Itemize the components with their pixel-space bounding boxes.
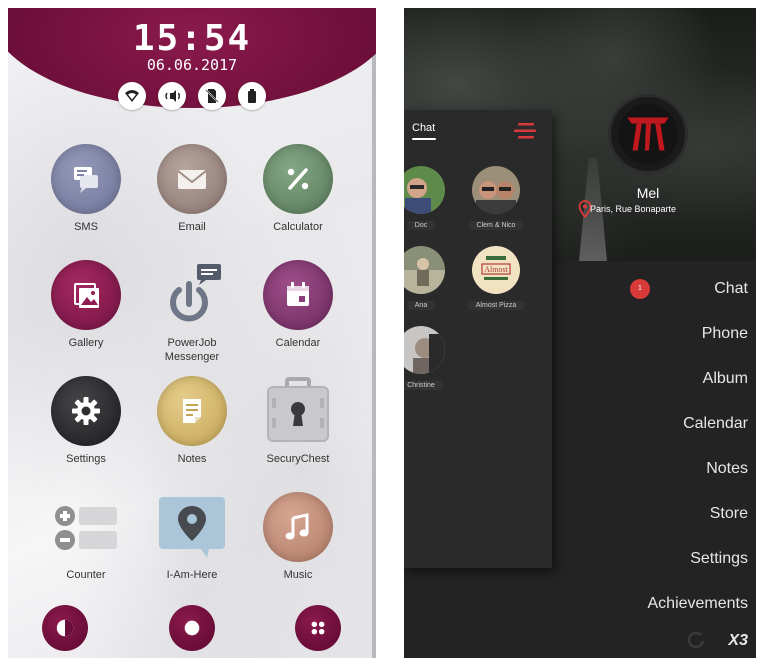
- contact-doc[interactable]: Doc: [404, 166, 456, 232]
- app-i-am-here[interactable]: I-Am-Here: [137, 492, 247, 582]
- menu-item-store[interactable]: Store: [710, 505, 748, 523]
- music-icon[interactable]: [263, 492, 333, 562]
- notes-icon[interactable]: [157, 376, 227, 446]
- app-gallery[interactable]: Gallery: [31, 260, 141, 350]
- app-label: Calculator: [273, 221, 323, 233]
- app-label: SMS: [74, 221, 98, 233]
- app-powerjob[interactable]: PowerJob Messenger: [137, 260, 247, 364]
- chest-icon[interactable]: [263, 376, 333, 446]
- menu-item-notes[interactable]: Notes: [706, 460, 748, 478]
- status-bar: [118, 82, 266, 110]
- contact-ana[interactable]: Ana: [404, 246, 456, 312]
- app-securychest[interactable]: SecuryChest: [243, 376, 353, 466]
- main-menu: 1 Chat Phone Album Calendar Notes Store …: [552, 261, 756, 658]
- menu-item-settings[interactable]: Settings: [690, 550, 748, 568]
- avatar[interactable]: [608, 94, 688, 174]
- contact-photo: [404, 166, 445, 214]
- contact-christine[interactable]: Christine: [404, 326, 456, 392]
- contact-almost-pizza[interactable]: Almost Almost Pizza: [461, 246, 531, 312]
- unread-badge: 1: [630, 279, 650, 299]
- calendar-icon[interactable]: [263, 260, 333, 330]
- app-settings[interactable]: Settings: [31, 376, 141, 466]
- contact-label: Doc: [406, 221, 436, 230]
- menu-item-calendar[interactable]: Calendar: [683, 415, 748, 433]
- sound-icon[interactable]: [158, 82, 186, 110]
- chat-title-underline: [412, 138, 436, 140]
- brand-logo: X3: [728, 632, 748, 649]
- contact-photo: [404, 246, 445, 294]
- settings-icon[interactable]: [51, 376, 121, 446]
- menu-icon[interactable]: [514, 122, 536, 140]
- chat-panel: Chat Doc Clem & Nico Ana Almost Almost P…: [404, 110, 552, 568]
- app-label: Counter: [66, 569, 106, 581]
- battery-icon[interactable]: [238, 82, 266, 110]
- location-icon[interactable]: [157, 492, 227, 562]
- app-grid: SMS Email Calculator Gallery PowerJob Me…: [8, 140, 376, 600]
- menu-item-chat[interactable]: Chat: [714, 280, 748, 298]
- app-calculator[interactable]: Calculator: [243, 144, 353, 234]
- contact-label: Ana: [406, 301, 436, 310]
- dock: [8, 605, 376, 655]
- clock-time: 15:54: [132, 18, 252, 59]
- app-music[interactable]: Music: [243, 492, 353, 582]
- app-label: Calendar: [275, 337, 321, 349]
- profile-name: Mel: [636, 185, 660, 201]
- menu-item-phone[interactable]: Phone: [702, 325, 748, 343]
- contact-label: Clem & Nico: [468, 221, 524, 230]
- menu-item-achievements[interactable]: Achievements: [648, 595, 749, 613]
- app-label: I-Am-Here: [166, 569, 218, 581]
- app-sms[interactable]: SMS: [31, 144, 141, 234]
- apps-icon[interactable]: [295, 605, 341, 651]
- contact-photo: Almost: [472, 246, 520, 294]
- app-label: PowerJob Messenger: [164, 337, 220, 363]
- counter-icon[interactable]: [51, 492, 121, 562]
- powerjob-icon[interactable]: [157, 260, 227, 330]
- app-label: Settings: [66, 453, 106, 465]
- app-label: Gallery: [68, 337, 104, 349]
- moon-icon[interactable]: [42, 605, 88, 651]
- app-email[interactable]: Email: [137, 144, 247, 234]
- app-calendar[interactable]: Calendar: [243, 260, 353, 350]
- home-screen: 15:54 06.06.2017 SMS Email Calculator Ga…: [8, 8, 376, 658]
- no-sim-icon[interactable]: [198, 82, 226, 110]
- app-label: SecuryChest: [266, 453, 330, 465]
- home-icon[interactable]: [169, 605, 215, 651]
- app-label: Email: [178, 221, 206, 233]
- chat-panel-title: Chat: [412, 122, 436, 134]
- sms-icon[interactable]: [51, 144, 121, 214]
- gallery-icon[interactable]: [51, 260, 121, 330]
- calculator-icon[interactable]: [263, 144, 333, 214]
- email-icon[interactable]: [157, 144, 227, 214]
- contact-photo: [404, 326, 445, 374]
- wifi-icon[interactable]: [118, 82, 146, 110]
- refresh-icon: [687, 631, 705, 649]
- app-label: Notes: [177, 453, 207, 465]
- contact-label: Christine: [404, 381, 443, 390]
- menu-item-album[interactable]: Album: [703, 370, 748, 388]
- app-counter[interactable]: Counter: [31, 492, 141, 582]
- app-label: Music: [283, 569, 313, 581]
- profile-location: Paris, Rue Bonaparte: [590, 204, 677, 214]
- menu-screen: Mel Paris, Rue Bonaparte Chat Doc Clem &…: [404, 8, 756, 658]
- clock-date: 06.06.2017: [146, 56, 238, 74]
- svg-text:Almost: Almost: [484, 265, 508, 274]
- contact-photo: [472, 166, 520, 214]
- app-notes[interactable]: Notes: [137, 376, 247, 466]
- contact-label: Almost Pizza: [467, 301, 525, 310]
- contact-clem-nico[interactable]: Clem & Nico: [461, 166, 531, 232]
